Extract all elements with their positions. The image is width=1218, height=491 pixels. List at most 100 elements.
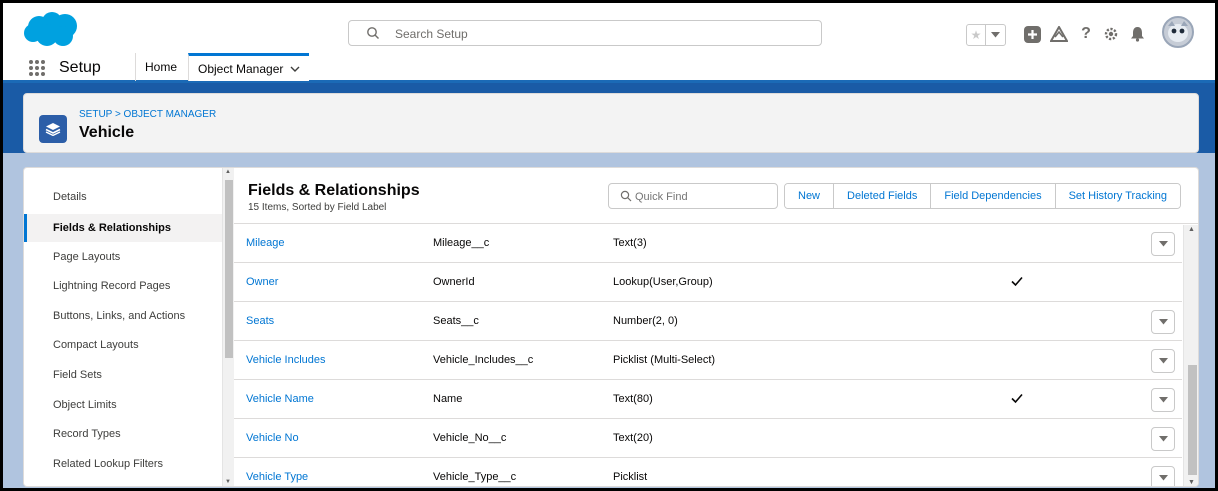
favorites-control[interactable]: ★ bbox=[966, 24, 1006, 46]
main-card: Details Fields & Relationships Page Layo… bbox=[23, 167, 1199, 487]
help-icon[interactable]: ? bbox=[1077, 25, 1095, 43]
scroll-down-arrow-icon[interactable]: ▼ bbox=[1188, 479, 1195, 486]
sidebar-item-details[interactable]: Details bbox=[24, 183, 224, 211]
tab-object-manager-label: Object Manager bbox=[198, 61, 284, 76]
row-actions-dropdown-icon[interactable] bbox=[1151, 466, 1175, 486]
quick-find-input[interactable] bbox=[635, 188, 773, 206]
search-icon bbox=[620, 190, 632, 202]
new-button[interactable]: New bbox=[785, 184, 834, 208]
sidebar-item-label: Record Types bbox=[53, 428, 121, 440]
chevron-down-icon[interactable] bbox=[290, 63, 300, 75]
context-bar: Setup Home Object Manager bbox=[3, 53, 1215, 83]
field-data-type: Text(3) bbox=[613, 237, 647, 249]
field-api-name: OwnerId bbox=[433, 276, 475, 288]
sidebar-item-record-types[interactable]: Record Types bbox=[24, 420, 224, 448]
sidebar-item-label: Fields & Relationships bbox=[53, 222, 171, 234]
sidebar-item-fields-relationships[interactable]: Fields & Relationships bbox=[24, 214, 224, 242]
indexed-checkmark-icon bbox=[1011, 393, 1023, 404]
sidebar-item-label: Lightning Record Pages bbox=[53, 280, 171, 292]
sidebar-item-label: Related Lookup Filters bbox=[53, 458, 164, 470]
global-header: Search Setup ★ ? bbox=[3, 3, 1215, 53]
tab-home[interactable]: Home bbox=[135, 53, 186, 81]
sidebar-item-related-lookup-filters[interactable]: Related Lookup Filters bbox=[24, 450, 224, 478]
field-label-link[interactable]: Seats bbox=[246, 315, 274, 327]
table-row: Vehicle No Vehicle_No__c Text(20) bbox=[234, 420, 1182, 458]
app-window: Search Setup ★ ? Setup Home Object Manag… bbox=[3, 3, 1215, 488]
object-layers-icon bbox=[39, 115, 67, 143]
gear-icon[interactable] bbox=[1102, 25, 1120, 43]
table-row: Mileage Mileage__c Text(3) bbox=[234, 225, 1182, 263]
sidebar-item-field-sets[interactable]: Field Sets bbox=[24, 361, 224, 389]
sidebar-item-object-limits[interactable]: Object Limits bbox=[24, 391, 224, 419]
field-label-link[interactable]: Owner bbox=[246, 276, 278, 288]
sidebar-item-label: Field Sets bbox=[53, 369, 102, 381]
app-name: Setup bbox=[59, 59, 101, 76]
sidebar-item-label: Compact Layouts bbox=[53, 339, 139, 351]
sidebar-item-compact-layouts[interactable]: Compact Layouts bbox=[24, 331, 224, 359]
salesforce-logo[interactable] bbox=[23, 11, 81, 47]
trailhead-icon[interactable] bbox=[1050, 25, 1068, 43]
sidebar-item-buttons-links-actions[interactable]: Buttons, Links, and Actions bbox=[24, 302, 224, 330]
sidebar-scrollbar[interactable]: ▲ ▼ bbox=[222, 168, 234, 486]
object-sidebar: Details Fields & Relationships Page Layo… bbox=[24, 168, 234, 486]
fields-panel: Fields & Relationships 15 Items, Sorted … bbox=[234, 168, 1198, 486]
table-row: Vehicle Includes Vehicle_Includes__c Pic… bbox=[234, 342, 1182, 380]
field-data-type: Picklist bbox=[613, 471, 648, 483]
sidebar-item-label: Buttons, Links, and Actions bbox=[53, 310, 186, 322]
field-api-name: Seats__c bbox=[433, 315, 479, 327]
notifications-bell-icon[interactable] bbox=[1128, 25, 1146, 43]
scrollbar-thumb[interactable] bbox=[225, 180, 233, 358]
sidebar-item-label: Page Layouts bbox=[53, 251, 121, 263]
field-api-name: Vehicle_Includes__c bbox=[433, 354, 534, 366]
scroll-down-arrow-icon[interactable]: ▼ bbox=[225, 479, 231, 485]
user-avatar[interactable] bbox=[1162, 16, 1194, 48]
field-label-link[interactable]: Vehicle Name bbox=[246, 393, 314, 405]
field-api-name: Vehicle_No__c bbox=[433, 432, 507, 444]
field-data-type: Text(20) bbox=[613, 432, 653, 444]
scroll-up-arrow-icon[interactable]: ▲ bbox=[1188, 226, 1195, 233]
field-data-type: Lookup(User,Group) bbox=[613, 276, 713, 288]
scroll-up-arrow-icon[interactable]: ▲ bbox=[225, 169, 231, 175]
favorite-star-icon[interactable]: ★ bbox=[967, 25, 987, 45]
field-label-link[interactable]: Vehicle No bbox=[246, 432, 299, 444]
sidebar-item-label: Object Limits bbox=[53, 399, 117, 411]
fields-scrollbar[interactable]: ▲ ▼ bbox=[1183, 225, 1198, 486]
app-launcher-icon[interactable] bbox=[29, 60, 45, 76]
row-actions-dropdown-icon[interactable] bbox=[1151, 388, 1175, 412]
search-icon bbox=[367, 27, 379, 39]
search-placeholder: Search Setup bbox=[395, 27, 468, 41]
favorites-dropdown-icon[interactable] bbox=[986, 25, 1005, 45]
section-subtitle: 15 Items, Sorted by Field Label bbox=[248, 202, 387, 213]
global-search-input[interactable]: Search Setup bbox=[348, 20, 822, 46]
field-api-name: Name bbox=[433, 393, 463, 405]
sidebar-item-lightning-record-pages[interactable]: Lightning Record Pages bbox=[24, 272, 224, 300]
sidebar-item-page-layouts[interactable]: Page Layouts bbox=[24, 243, 224, 271]
tab-object-manager[interactable]: Object Manager bbox=[188, 53, 310, 81]
field-api-name: Vehicle_Type__c bbox=[433, 471, 517, 483]
field-label-link[interactable]: Vehicle Includes bbox=[246, 354, 326, 366]
global-actions-icon[interactable] bbox=[1023, 25, 1041, 43]
row-actions-dropdown-icon[interactable] bbox=[1151, 232, 1175, 256]
field-label-link[interactable]: Vehicle Type bbox=[246, 471, 308, 483]
row-actions-dropdown-icon[interactable] bbox=[1151, 349, 1175, 373]
section-title: Fields & Relationships bbox=[248, 182, 420, 199]
quick-find[interactable] bbox=[608, 183, 778, 209]
field-data-type: Number(2, 0) bbox=[613, 315, 678, 327]
scrollbar-thumb[interactable] bbox=[1188, 365, 1197, 475]
tab-home-label: Home bbox=[145, 60, 178, 74]
field-label-link[interactable]: Mileage bbox=[246, 237, 285, 249]
set-history-tracking-button[interactable]: Set History Tracking bbox=[1054, 184, 1180, 208]
table-row: Vehicle Name Name Text(80) bbox=[234, 381, 1182, 419]
row-actions-dropdown-icon[interactable] bbox=[1151, 427, 1175, 451]
row-actions-dropdown-icon[interactable] bbox=[1151, 310, 1175, 334]
fields-button-group: New Deleted Fields Field Dependencies Se… bbox=[784, 183, 1181, 209]
field-dependencies-button[interactable]: Field Dependencies bbox=[930, 184, 1055, 208]
deleted-fields-button[interactable]: Deleted Fields bbox=[833, 184, 931, 208]
table-row: Vehicle Type Vehicle_Type__c Picklist bbox=[234, 459, 1182, 486]
fields-table: Mileage Mileage__c Text(3) Owner OwnerId… bbox=[234, 225, 1182, 486]
table-row: Owner OwnerId Lookup(User,Group) bbox=[234, 264, 1182, 302]
field-data-type: Text(80) bbox=[613, 393, 653, 405]
breadcrumb[interactable]: SETUP > OBJECT MANAGER bbox=[79, 109, 216, 120]
sidebar-item-label: Details bbox=[53, 191, 87, 203]
table-row: Seats Seats__c Number(2, 0) bbox=[234, 303, 1182, 341]
